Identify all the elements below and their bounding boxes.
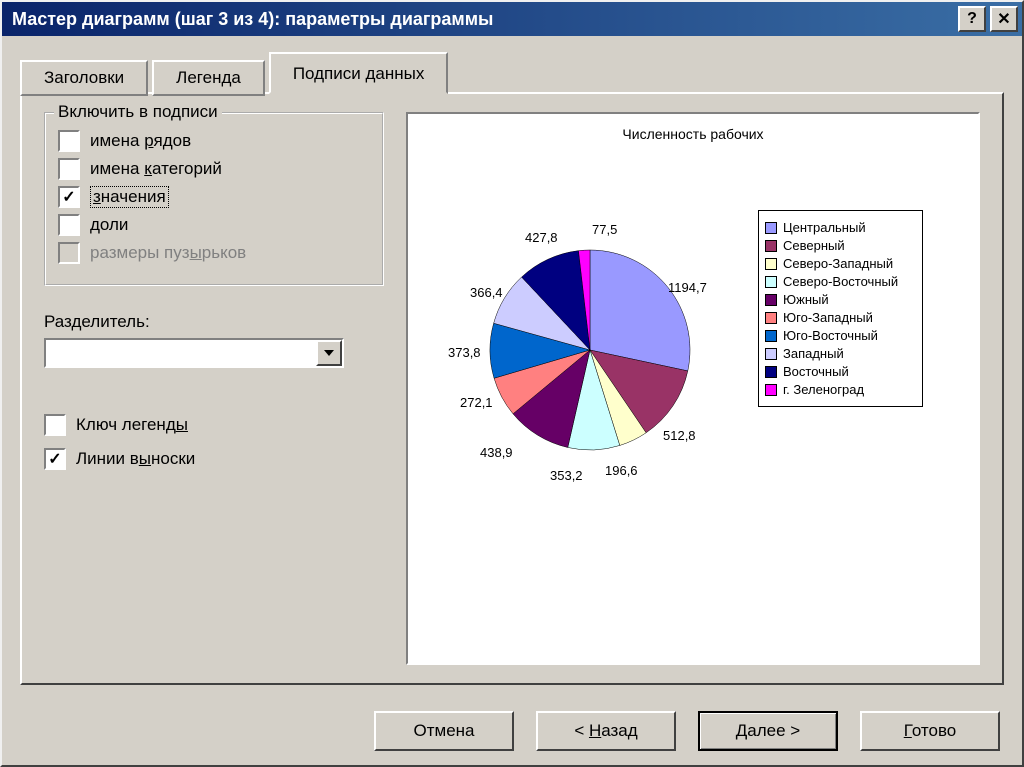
legend-swatch xyxy=(765,384,777,396)
check-label: доли xyxy=(90,215,128,235)
cancel-button[interactable]: Отмена xyxy=(374,711,514,751)
tab-panel: Включить в подписи имена рядов имена кат… xyxy=(20,92,1004,685)
content-area: Заголовки Легенда Подписи данных Включит… xyxy=(2,36,1022,697)
legend-swatch xyxy=(765,222,777,234)
separator-value[interactable] xyxy=(46,340,316,366)
legend-swatch xyxy=(765,294,777,306)
check-label: Ключ легенды xyxy=(76,415,188,435)
checkbox xyxy=(58,242,80,264)
pie-container: 1194,7 512,8 196,6 353,2 438,9 272,1 373,8 366,… xyxy=(420,150,750,530)
legend-label: Южный xyxy=(783,292,829,307)
data-label: 196,6 xyxy=(605,463,638,478)
dialog-window: Мастер диаграмм (шаг 3 из 4): параметры … xyxy=(0,0,1024,767)
chart-preview: Численность рабочих 1194,7 512,8 196,6 353,… xyxy=(406,112,980,665)
legend-swatch xyxy=(765,366,777,378)
legend-item: Западный xyxy=(765,346,916,361)
check-percentages[interactable]: доли xyxy=(58,214,370,236)
separator-dropdown[interactable] xyxy=(44,338,344,368)
chart-legend: Центральный Северный Северо-Западный Северо… xyxy=(758,210,923,407)
legend-label: Северо-Восточный xyxy=(783,274,898,289)
help-button[interactable]: ? xyxy=(958,6,986,32)
legend-item: Южный xyxy=(765,292,916,307)
check-label: Линии выноски xyxy=(76,449,195,469)
legend-label: Западный xyxy=(783,346,844,361)
legend-swatch xyxy=(765,330,777,342)
include-in-labels-group: Включить в подписи имена рядов имена кат… xyxy=(44,112,384,286)
separator-label: Разделитель: xyxy=(44,312,384,332)
legend-swatch xyxy=(765,258,777,270)
chart-body: 1194,7 512,8 196,6 353,2 438,9 272,1 373,8 366,… xyxy=(420,150,966,651)
legend-item: Северо-Западный xyxy=(765,256,916,271)
checkbox[interactable] xyxy=(58,214,80,236)
checkbox[interactable]: ✓ xyxy=(44,448,66,470)
legend-swatch xyxy=(765,240,777,252)
check-values[interactable]: ✓ значения xyxy=(58,186,370,208)
legend-item: Северный xyxy=(765,238,916,253)
data-label: 1194,7 xyxy=(668,280,707,295)
chevron-down-icon xyxy=(324,350,334,356)
legend-item: Северо-Восточный xyxy=(765,274,916,289)
titlebar-buttons: ? ✕ xyxy=(958,6,1018,32)
back-button[interactable]: < Назад xyxy=(536,711,676,751)
titlebar: Мастер диаграмм (шаг 3 из 4): параметры … xyxy=(2,2,1022,36)
left-column: Включить в подписи имена рядов имена кат… xyxy=(44,112,384,665)
check-label: имена категорий xyxy=(90,159,222,179)
legend-swatch xyxy=(765,348,777,360)
legend-swatch xyxy=(765,276,777,288)
legend-label: Юго-Восточный xyxy=(783,328,878,343)
check-category-names[interactable]: имена категорий xyxy=(58,158,370,180)
tab-data-labels[interactable]: Подписи данных xyxy=(269,52,449,94)
check-series-names[interactable]: имена рядов xyxy=(58,130,370,152)
pie-chart xyxy=(420,150,750,530)
legend-label: Центральный xyxy=(783,220,866,235)
checkbox[interactable] xyxy=(58,158,80,180)
legend-label: Восточный xyxy=(783,364,849,379)
checkbox[interactable] xyxy=(58,130,80,152)
button-bar: Отмена < Назад Далее > Готово xyxy=(2,697,1022,765)
legend-label: Юго-Западный xyxy=(783,310,873,325)
check-label: имена рядов xyxy=(90,131,191,151)
check-legend-key[interactable]: Ключ легенды xyxy=(44,414,384,436)
checkbox[interactable] xyxy=(44,414,66,436)
window-title: Мастер диаграмм (шаг 3 из 4): параметры … xyxy=(12,9,493,30)
next-button[interactable]: Далее > xyxy=(698,711,838,751)
check-label: размеры пузырьков xyxy=(90,243,246,263)
tabstrip: Заголовки Легенда Подписи данных xyxy=(20,52,1004,94)
check-bubble-sizes: размеры пузырьков xyxy=(58,242,370,264)
data-label: 272,1 xyxy=(460,395,493,410)
legend-item: Юго-Западный xyxy=(765,310,916,325)
data-label: 438,9 xyxy=(480,445,513,460)
data-label: 366,4 xyxy=(470,285,503,300)
data-label: 373,8 xyxy=(448,345,481,360)
chart-title: Численность рабочих xyxy=(420,126,966,142)
data-label: 512,8 xyxy=(663,428,696,443)
check-label: значения xyxy=(90,186,169,208)
legend-label: Северо-Западный xyxy=(783,256,893,271)
legend-label: г. Зеленоград xyxy=(783,382,864,397)
data-label: 353,2 xyxy=(550,468,583,483)
close-button[interactable]: ✕ xyxy=(990,6,1018,32)
check-leader-lines[interactable]: ✓ Линии выноски xyxy=(44,448,384,470)
data-label: 427,8 xyxy=(525,230,558,245)
legend-item: Юго-Восточный xyxy=(765,328,916,343)
legend-swatch xyxy=(765,312,777,324)
checkbox[interactable]: ✓ xyxy=(58,186,80,208)
finish-button[interactable]: Готово xyxy=(860,711,1000,751)
legend-item: Восточный xyxy=(765,364,916,379)
data-label: 77,5 xyxy=(592,222,617,237)
tab-legend[interactable]: Легенда xyxy=(152,60,265,96)
tab-titles[interactable]: Заголовки xyxy=(20,60,148,96)
legend-label: Северный xyxy=(783,238,845,253)
legend-item: г. Зеленоград xyxy=(765,382,916,397)
group-title: Включить в подписи xyxy=(54,102,222,122)
dropdown-button[interactable] xyxy=(316,340,342,366)
close-icon: ✕ xyxy=(997,9,1010,29)
legend-item: Центральный xyxy=(765,220,916,235)
